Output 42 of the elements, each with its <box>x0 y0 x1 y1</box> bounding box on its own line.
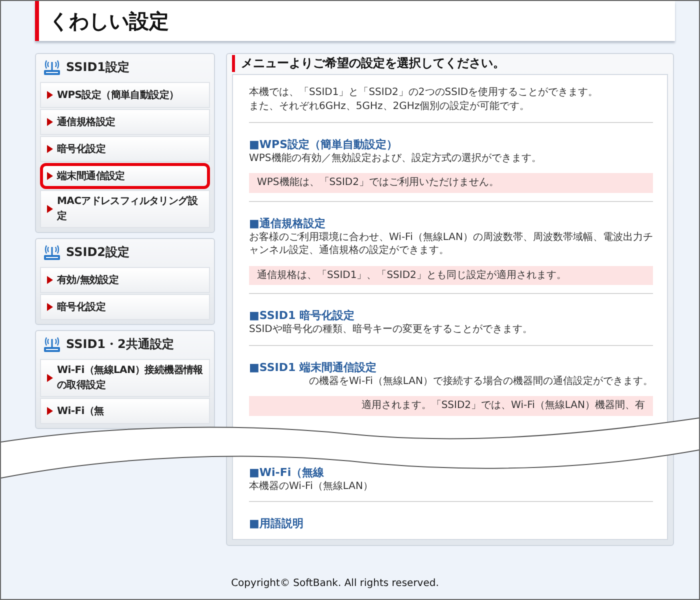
triangle-icon <box>47 172 53 180</box>
triangle-icon <box>47 91 53 99</box>
triangle-icon <box>47 118 53 126</box>
sidebar-item[interactable]: WPS設定（簡単自動設定） <box>40 82 210 108</box>
section-title[interactable]: ■WPS設定（簡単自動設定） <box>249 138 398 152</box>
sidebar-item[interactable]: 暗号化設定 <box>40 136 210 162</box>
section-description: WPS機能の有効／無効設定および、設定方式の選択ができます。 <box>249 152 542 165</box>
triangle-icon <box>47 407 53 415</box>
section-description: の機器をWi-Fi（無線LAN）で接続する場合の機器間の通信設定ができます。 <box>309 374 653 388</box>
note-text: WPS機能は、「SSID2」ではご利用いただけません。 <box>249 173 653 192</box>
wifi-router-icon <box>43 244 61 261</box>
sidebar-item[interactable]: MACアドレスフィルタリング設定 <box>40 190 210 228</box>
sidebar-item[interactable]: Wi-Fi（無 <box>40 398 210 424</box>
wifi-router-icon <box>43 336 61 353</box>
triangle-icon <box>47 145 53 153</box>
section-title[interactable]: ■通信規格設定 <box>249 216 326 230</box>
page-title: くわしい設定 <box>49 8 169 34</box>
sidebar-item[interactable]: Wi-Fi（無線LAN）接続機器情報の取得設定 <box>40 359 210 397</box>
sidebar-item[interactable]: 端末間通信設定 <box>40 163 210 189</box>
triangle-icon <box>47 303 53 311</box>
triangle-icon <box>47 276 53 284</box>
sidebar-item[interactable]: 有効/無効設定 <box>40 267 210 293</box>
wifi-router-icon <box>43 59 61 76</box>
intro-text: また、それぞれ6GHz、5GHz、2GHz個別の設定が可能です。 <box>249 100 531 114</box>
triangle-icon <box>47 205 53 213</box>
note-text: 通信規格は、「SSID1」、「SSID2」とも同じ設定が適用されます。 <box>249 266 653 285</box>
group-title: SSID1設定 <box>66 59 130 76</box>
group-title: SSID2設定 <box>66 244 130 261</box>
section-title[interactable]: ■SSID1 暗号化設定 <box>249 309 354 323</box>
group-title: SSID1・2共通設定 <box>66 336 174 353</box>
section-description: 本機器のWi-Fi（無線LAN） <box>249 480 373 493</box>
section-title[interactable]: ■Wi-Fi（無線 <box>249 466 324 480</box>
sidebar-item[interactable]: 通信規格設定 <box>40 109 210 135</box>
sidebar-item[interactable]: 暗号化設定 <box>40 294 210 320</box>
section-description: SSIDや暗号化の種類、暗号キーの変更をすることができます。 <box>249 323 532 336</box>
intro-text: 本機では、「SSID1」と「SSID2」の2つのSSIDを使用することができます。 <box>249 86 600 100</box>
copyright-text: Copyright© SoftBank. All rights reserved. <box>230 578 440 589</box>
triangle-icon <box>47 374 53 382</box>
section-title[interactable]: ■SSID1 端末間通信設定 <box>249 360 376 374</box>
section-description: お客様のご利用環境に合わせ、Wi-Fi（無線LAN）の周波数帯、周波数帯域幅、電波出力チャンネル設定、通信規格の設定ができます。 <box>249 230 653 258</box>
note-text: 適用されます。「SSID2」では、Wi-Fi（無線LAN）機器間、有 <box>249 396 653 416</box>
section-title[interactable]: ■用語説明 <box>249 517 304 531</box>
